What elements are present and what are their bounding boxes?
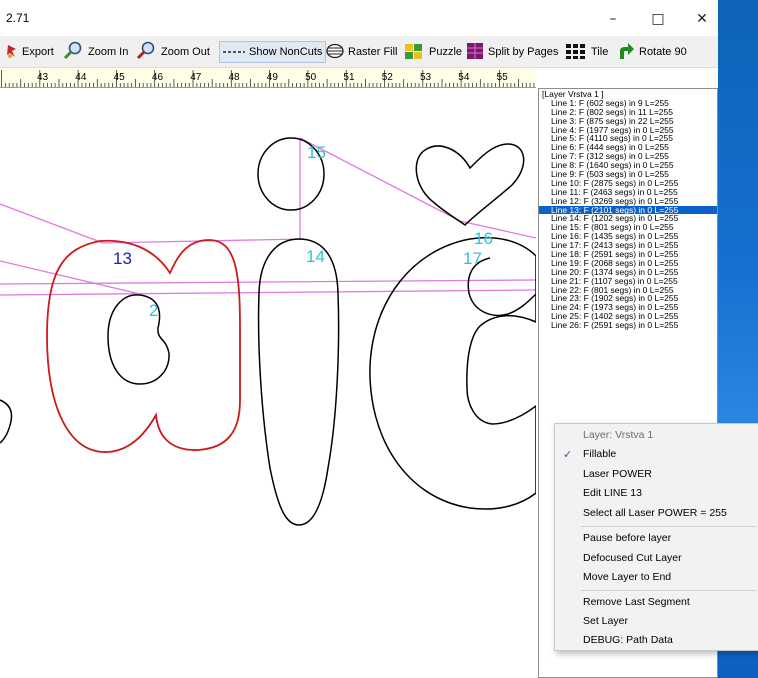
export-label: Export bbox=[22, 46, 54, 58]
menu-defocused-cut[interactable]: Defocused Cut Layer bbox=[583, 549, 682, 567]
letter-a-outline-selected bbox=[46, 239, 241, 453]
ruler-label: 53 bbox=[420, 72, 432, 83]
split-pages-icon bbox=[466, 42, 484, 63]
line-label-13: 13 bbox=[113, 249, 132, 268]
canvas-drawing: 13 2 14 15 16 17 bbox=[0, 137, 537, 526]
split-by-pages-button[interactable]: Split by Pages bbox=[466, 41, 558, 63]
zoom-out-button[interactable]: Zoom Out bbox=[135, 41, 210, 63]
menu-set-layer[interactable]: Set Layer bbox=[583, 612, 628, 630]
menu-edit-line[interactable]: Edit LINE 13 bbox=[583, 484, 642, 502]
ruler-label: 55 bbox=[497, 72, 509, 83]
maximize-button[interactable]: □ bbox=[636, 6, 680, 32]
check-icon: ✓ bbox=[563, 449, 573, 461]
line-label-17: 17 bbox=[463, 249, 482, 268]
ruler-label: 43 bbox=[37, 72, 49, 83]
show-noncuts-button[interactable]: Show NonCuts bbox=[219, 41, 327, 63]
menu-fillable[interactable]: Fillable bbox=[583, 445, 616, 463]
line-label-14: 14 bbox=[306, 247, 325, 266]
rotate-90-label: Rotate 90 bbox=[639, 46, 687, 58]
line-list[interactable]: [Layer Vrstva 1 ] Line 1: F (602 segs) i… bbox=[539, 89, 717, 330]
menu-remove-last-segment[interactable]: Remove Last Segment bbox=[583, 593, 690, 611]
export-button[interactable]: Export bbox=[6, 41, 54, 63]
travel-line bbox=[459, 220, 537, 239]
export-icon bbox=[6, 43, 18, 62]
menu-pause-before-layer[interactable]: Pause before layer bbox=[583, 529, 671, 547]
puzzle-label: Puzzle bbox=[429, 46, 463, 58]
zoom-in-label: Zoom In bbox=[88, 46, 129, 58]
ruler-label: 49 bbox=[267, 72, 279, 83]
ruler-label: 45 bbox=[114, 72, 126, 83]
zoom-out-icon bbox=[135, 41, 157, 64]
minimize-button[interactable]: – bbox=[591, 6, 635, 32]
ruler-label: 51 bbox=[343, 72, 355, 83]
letter-c-caron-outline bbox=[415, 143, 525, 227]
menu-move-layer-end[interactable]: Move Layer to End bbox=[583, 568, 671, 586]
dashed-line-icon bbox=[223, 46, 245, 58]
rotate-icon bbox=[617, 42, 635, 63]
letter-c-outline bbox=[369, 236, 537, 510]
ruler-label: 46 bbox=[152, 72, 164, 83]
menu-debug-path-data[interactable]: DEBUG: Path Data bbox=[583, 631, 673, 649]
raster-fill-icon bbox=[326, 43, 344, 62]
ruler-label: 47 bbox=[190, 72, 202, 83]
menu-separator bbox=[581, 526, 756, 527]
tile-button[interactable]: Tile bbox=[565, 41, 608, 63]
menu-layer-name: Layer: Vrstva 1 bbox=[583, 429, 654, 441]
letter-a-counter-outline bbox=[107, 294, 170, 385]
travel-line bbox=[0, 289, 537, 296]
puzzle-button[interactable]: Puzzle bbox=[403, 41, 462, 63]
travel-line bbox=[0, 203, 104, 244]
line-list-item[interactable]: Line 26: F (2591 segs) in 0 L=255 bbox=[539, 321, 717, 330]
line-label-2: 2 bbox=[149, 301, 158, 320]
letter-a-partial-outline bbox=[0, 399, 13, 444]
line-label-15: 15 bbox=[307, 143, 326, 162]
ruler-label: 50 bbox=[305, 72, 317, 83]
window-title: 2.71 bbox=[6, 11, 30, 25]
line-label-16: 16 bbox=[474, 229, 493, 248]
show-noncuts-label: Show NonCuts bbox=[249, 46, 323, 58]
puzzle-icon bbox=[403, 41, 425, 64]
split-by-pages-label: Split by Pages bbox=[488, 46, 559, 58]
tile-icon bbox=[565, 42, 587, 63]
menu-separator bbox=[581, 590, 756, 591]
ruler-label: 48 bbox=[229, 72, 241, 83]
horizontal-ruler: 43 44 45 46 47 48 49 50 51 52 53 54 55 bbox=[0, 68, 536, 88]
raster-fill-label: Raster Fill bbox=[348, 46, 398, 58]
ruler-label: 54 bbox=[458, 72, 470, 83]
ruler-label: 52 bbox=[382, 72, 394, 83]
title-bar: 2.71 – □ ✕ bbox=[0, 0, 718, 36]
toolbar: Export Zoom In Zoom Out Show NonCuts Ras… bbox=[0, 36, 718, 68]
zoom-in-icon bbox=[62, 41, 84, 64]
tile-label: Tile bbox=[591, 46, 609, 58]
menu-select-all-power[interactable]: Select all Laser POWER = 255 bbox=[583, 504, 727, 522]
menu-laser-power[interactable]: Laser POWER bbox=[583, 465, 652, 483]
context-menu: Layer: Vrstva 1 ✓ Fillable Laser POWER E… bbox=[554, 423, 758, 651]
travel-paths bbox=[0, 137, 537, 296]
raster-fill-button[interactable]: Raster Fill bbox=[326, 41, 398, 63]
rotate-90-button[interactable]: Rotate 90 bbox=[617, 41, 687, 63]
zoom-in-button[interactable]: Zoom In bbox=[62, 41, 128, 63]
ruler-label: 44 bbox=[75, 72, 87, 83]
drawing-canvas[interactable]: 13 2 14 15 16 17 bbox=[0, 88, 537, 678]
zoom-out-label: Zoom Out bbox=[161, 46, 210, 58]
